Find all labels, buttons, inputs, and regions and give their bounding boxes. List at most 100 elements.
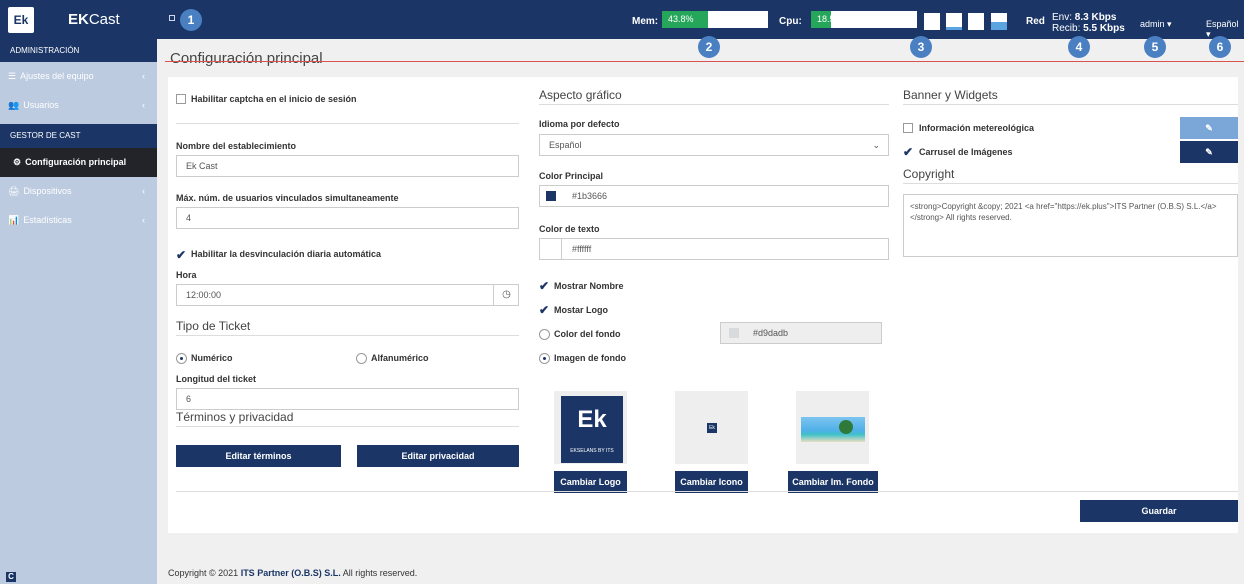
change-bg-button[interactable]: Cambiar Im. Fondo: [788, 471, 878, 493]
sidebar-item-main-config[interactable]: ⚙ Configuración principal: [0, 148, 157, 177]
net-label: Red: [1026, 16, 1045, 27]
max-users-input[interactable]: 4: [176, 207, 519, 229]
carousel-edit-button[interactable]: ✎: [1180, 141, 1238, 163]
users-icon: 👥: [8, 100, 20, 110]
main-color-label: Color Principal: [539, 171, 604, 181]
copyright-textarea[interactable]: <strong>Copyright &copy; 2021 <a href="h…: [903, 194, 1238, 257]
sidebar-item-label: Estadísticas: [23, 215, 72, 225]
brand-title: EKCast: [68, 11, 120, 28]
main-content: Configuración principal Habilitar captch…: [157, 39, 1244, 584]
bg-image-preview: [796, 391, 869, 464]
default-language-value: Español: [549, 140, 582, 150]
establishment-name-label: Nombre del establecimiento: [176, 141, 297, 151]
title-divider: [165, 61, 1244, 62]
change-logo-button[interactable]: Cambiar Logo: [554, 471, 627, 493]
logo-text: Ek: [577, 406, 607, 433]
weather-edit-button[interactable]: ✎: [1180, 117, 1238, 139]
menu-toggle-icon[interactable]: [169, 15, 175, 21]
carousel-checkbox[interactable]: ✔: [903, 146, 913, 158]
settings-panel: Habilitar captcha en el inicio de sesión…: [168, 77, 1238, 533]
bg-color-swatch[interactable]: [729, 328, 739, 338]
copyright-title: Copyright: [903, 167, 955, 181]
chevron-left-icon: ‹: [142, 100, 145, 110]
main-color-swatch[interactable]: [546, 191, 556, 201]
badge-3: 3: [910, 36, 932, 58]
chart-icon: 📊: [8, 215, 20, 225]
divider: [561, 238, 562, 260]
edit-privacy-button[interactable]: Editar privacidad: [357, 445, 519, 467]
bg-color-label: Color del fondo: [554, 329, 621, 339]
bg-image-radio[interactable]: [539, 353, 550, 364]
default-language-select[interactable]: Español ⌄: [539, 134, 889, 156]
sidebar-item-label: Usuarios: [23, 100, 59, 110]
text-color-label: Color de texto: [539, 224, 600, 234]
max-users-label: Máx. núm. de usuarios vinculados simulta…: [176, 193, 399, 203]
cpu-meter-fill: 18.5%: [811, 11, 843, 28]
footer: Copyright © 2021 ITS Partner (O.B.S) S.L…: [168, 568, 418, 578]
change-icon-button[interactable]: Cambiar Icono: [675, 471, 748, 493]
sidebar-item-device-settings[interactable]: ☰ Ajustes del equipo ‹: [0, 62, 157, 91]
appearance-title: Aspecto gráfico: [539, 88, 622, 102]
cpu-meter: 18.5%: [811, 11, 917, 28]
show-name-checkbox[interactable]: ✔: [539, 280, 549, 292]
beach-image: [801, 417, 865, 442]
show-name-label: Mostrar Nombre: [554, 281, 624, 291]
show-logo-checkbox[interactable]: ✔: [539, 304, 549, 316]
collapse-icon[interactable]: C: [6, 572, 16, 582]
mem-label: Mem:: [632, 16, 659, 27]
badge-5: 5: [1144, 36, 1166, 58]
chevron-left-icon: ‹: [142, 186, 145, 196]
sidebar-item-label: Ajustes del equipo: [20, 71, 94, 81]
bg-image-label: Imagen de fondo: [554, 353, 626, 363]
mem-meter-fill: 43.8%: [662, 11, 709, 28]
text-color-input[interactable]: #ffffff: [539, 238, 889, 260]
hour-input[interactable]: 12:00:00: [176, 284, 519, 306]
unlink-label: Habilitar la desvinculación diaria autom…: [191, 249, 382, 259]
bg-color-radio[interactable]: [539, 329, 550, 340]
clock-icon[interactable]: ◷: [493, 284, 519, 306]
unlink-checkbox[interactable]: ✔: [176, 249, 186, 261]
net-graph-level: [946, 27, 962, 30]
page-title: Configuración principal: [170, 50, 323, 67]
default-language-label: Idioma por defecto: [539, 119, 620, 129]
net-graph-level: [991, 22, 1007, 30]
bg-color-input[interactable]: #d9dadb: [720, 322, 882, 344]
small-icon-image: Ek: [707, 423, 717, 433]
logo-preview: Ek EKSELANS BY ITS: [554, 391, 627, 464]
divider: [539, 104, 889, 105]
palm-shape: [839, 420, 853, 434]
ticket-length-label: Longitud del ticket: [176, 374, 256, 384]
sidebar: ADMINISTRACIÓN ☰ Ajustes del equipo ‹ 👥 Usu…: [0, 39, 157, 584]
chevron-down-icon: ⌄: [872, 140, 880, 150]
cpu-label: Cpu:: [779, 16, 802, 27]
sidebar-section-cast: GESTOR DE CAST: [0, 124, 157, 148]
ticket-alpha-radio[interactable]: [356, 353, 367, 364]
hour-label: Hora: [176, 270, 197, 280]
user-menu[interactable]: admin ▾: [1140, 19, 1172, 30]
ticket-numeric-radio[interactable]: [176, 353, 187, 364]
captcha-checkbox[interactable]: [176, 94, 186, 104]
edit-terms-button[interactable]: Editar términos: [176, 445, 341, 467]
brand[interactable]: Ek EKCast: [0, 0, 157, 39]
sidebar-item-label: Configuración principal: [25, 157, 127, 167]
badge-1: 1: [180, 9, 202, 31]
captcha-label: Habilitar captcha en el inicio de sesión: [191, 94, 357, 104]
cogs-icon: ⚙: [13, 157, 22, 167]
net-graph-bar: [924, 13, 940, 30]
save-button[interactable]: Guardar: [1080, 500, 1238, 522]
divider: [176, 426, 519, 427]
printer-icon: 🖨: [8, 186, 20, 196]
divider: [176, 491, 1238, 492]
establishment-name-input[interactable]: Ek Cast: [176, 155, 519, 177]
sidebar-item-devices[interactable]: 🖨 Dispositivos ‹: [0, 177, 157, 206]
ticket-numeric-label: Numérico: [191, 353, 233, 363]
divider: [903, 183, 1238, 184]
net-graph-bar: [991, 13, 1007, 30]
chevron-left-icon: ‹: [142, 71, 145, 81]
main-color-input[interactable]: #1b3666: [539, 185, 889, 207]
icon-preview: Ek: [675, 391, 748, 464]
sidebar-item-stats[interactable]: 📊 Estadísticas ‹: [0, 206, 157, 235]
sidebar-item-users[interactable]: 👥 Usuarios ‹: [0, 91, 157, 120]
weather-checkbox[interactable]: [903, 123, 913, 133]
ticket-length-input[interactable]: 6: [176, 388, 519, 410]
